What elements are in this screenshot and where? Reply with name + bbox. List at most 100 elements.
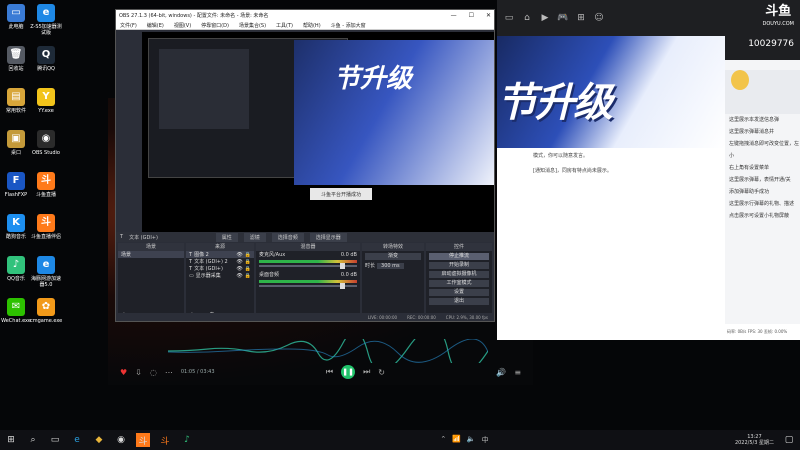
select-audio-button[interactable]: 选择音频 — [271, 232, 304, 242]
source-item[interactable]: T 文本 (GDI+) 👁 🔒 — [186, 265, 254, 272]
mixer-channel-db: 0.0 dB — [340, 251, 357, 258]
play-pause-button[interactable]: ❚❚ — [341, 365, 356, 379]
clock[interactable]: 13:27 2022/5/3 星期二 — [735, 434, 774, 446]
desktop-icon[interactable]: e Z-S5加速器测试版 — [30, 4, 62, 36]
obs-title: OBS 27.1.3 (64-bit, windows) - 配置文件: 未命名… — [119, 13, 269, 19]
desktop-icon[interactable]: F FlashFXP — [0, 172, 32, 198]
desktop-icon[interactable]: ✿ cmgame.exe — [30, 298, 62, 324]
source-item[interactable]: T 图像 2 👁 🔒 — [186, 251, 254, 258]
desktop-icon[interactable]: ▤ 常用软件 — [0, 88, 32, 114]
desktop-icon[interactable]: ♪ QQ音乐 — [0, 256, 32, 282]
desktop-icon[interactable]: ▣ 桌口 — [0, 130, 32, 156]
volume-slider[interactable] — [259, 263, 357, 269]
control-button[interactable]: 退出 — [429, 298, 489, 305]
slider-handle[interactable] — [340, 263, 345, 269]
desktop-icon[interactable]: 斗斗鱼直播 — [30, 172, 62, 198]
lock-icon[interactable]: 🔒 — [245, 252, 251, 258]
user-icon[interactable]: ☺ — [593, 12, 605, 24]
lock-icon[interactable]: 🔒 — [245, 273, 251, 279]
tray-icon[interactable]: ⌃ — [440, 435, 446, 445]
task-view-icon[interactable]: ▭ — [48, 433, 62, 447]
visibility-icon[interactable]: 👁 — [236, 259, 242, 265]
minimize-icon[interactable]: — — [451, 12, 457, 19]
obs-menu-item[interactable]: 停靠窗口(D) — [201, 22, 229, 29]
scenes-dock: 场景 场景 +−∧∨ — [118, 243, 184, 321]
control-button[interactable]: 启动虚拟摄像机 — [429, 271, 489, 278]
chat-message: 右上角有设置菜单 — [729, 165, 770, 171]
chat-header: 10029776 — [725, 36, 800, 60]
lock-icon[interactable]: 🔒 — [245, 259, 251, 265]
comment-icon[interactable]: ◌ — [150, 368, 157, 377]
visibility-icon[interactable]: 👁 — [236, 273, 242, 279]
douyu-taskbar-icon[interactable]: 斗 — [136, 433, 150, 447]
download-icon[interactable]: ⇩ — [135, 368, 142, 377]
obs-menu-item[interactable]: 斗鱼 - 添加大窗 — [331, 22, 366, 29]
qqmusic-taskbar-icon[interactable]: ♪ — [180, 433, 194, 447]
text-icon: T — [189, 258, 193, 265]
desktop-icon[interactable]: Q 腾讯QQ — [30, 46, 62, 72]
browser-icon: e — [37, 4, 55, 22]
select-display-button[interactable]: 选择显示器 — [309, 232, 347, 242]
ime-icon[interactable]: 中 — [482, 435, 489, 445]
recycle-bin-icon: 🗑 — [7, 46, 25, 64]
desktop-icon[interactable]: ◉ OBS Studio — [30, 130, 62, 156]
loop-icon[interactable]: ↻ — [378, 368, 385, 377]
desktop-icon[interactable]: 🗑 回收站 — [0, 46, 32, 72]
desktop-icon[interactable]: ✉ WeChat.exe — [0, 298, 32, 324]
transition-select[interactable]: 渐变 — [365, 253, 421, 260]
sources-dock: 来源 T 图像 2 👁 🔒 T 文本 (GDI+) 2 👁 🔒 T 文本 (GDI+) 👁 🔒 ▭ 显示器… — [186, 243, 254, 321]
slider-handle[interactable] — [340, 283, 345, 289]
control-button[interactable]: 设置 — [429, 289, 489, 296]
player-time: 01:05 / 03:43 — [180, 369, 215, 375]
close-icon[interactable]: ✕ — [486, 12, 491, 19]
next-icon[interactable]: ⏭ — [363, 367, 370, 377]
app-icon[interactable]: ◆ — [92, 433, 106, 447]
obs-taskbar-icon[interactable]: ◉ — [114, 433, 128, 447]
douyu-companion-taskbar-icon[interactable]: 斗 — [158, 433, 172, 447]
obs-menu-item[interactable]: 帮助(H) — [303, 22, 321, 29]
visibility-icon[interactable]: 👁 — [236, 252, 242, 258]
lock-icon[interactable]: 🔒 — [245, 266, 251, 272]
more-icon[interactable]: ⋯ — [165, 368, 173, 377]
obs-menu-item[interactable]: 编辑(E) — [147, 22, 164, 29]
desktop-icon[interactable]: e 海豚网游加速器5.0 — [30, 256, 62, 288]
filters-button[interactable]: 滤镜 — [243, 232, 266, 242]
network-icon[interactable]: 📶 — [452, 435, 461, 445]
video-icon[interactable]: ▶ — [539, 12, 551, 24]
desktop-icon[interactable]: ▭ 此电脑 — [0, 4, 32, 30]
desktop-icon[interactable]: Y YY.exe — [30, 88, 62, 114]
duration-input[interactable]: 300 ms — [377, 262, 404, 269]
gift-icon[interactable]: ⊞ — [575, 12, 587, 24]
previous-icon[interactable]: ⏮ — [326, 367, 333, 377]
properties-button[interactable]: 属性 — [215, 232, 238, 242]
home-icon[interactable]: ⌂ — [521, 12, 533, 24]
source-item[interactable]: ▭ 显示器采集 👁 🔒 — [186, 272, 254, 279]
obs-menu-item[interactable]: 场景集合(S) — [239, 22, 266, 29]
start-icon[interactable]: ⊞ — [4, 433, 18, 447]
playlist-icon[interactable]: ≡ — [514, 368, 521, 377]
control-button[interactable]: 开始录制 — [429, 262, 489, 269]
obs-menu-item[interactable]: 工具(T) — [276, 22, 293, 29]
desktop-icon[interactable]: 斗斗鱼直播伴侣 — [30, 214, 62, 240]
obs-menu-item[interactable]: 文件(F) — [120, 22, 137, 29]
volume-slider[interactable] — [259, 283, 357, 289]
scene-item[interactable]: 场景 — [118, 251, 184, 258]
volume-icon[interactable]: 🔈 — [467, 435, 476, 445]
edge-icon[interactable]: e — [70, 433, 84, 447]
visibility-icon[interactable]: 👁 — [236, 266, 242, 272]
source-item[interactable]: T 文本 (GDI+) 2 👁 🔒 — [186, 258, 254, 265]
search-icon[interactable]: ⌕ — [26, 433, 40, 447]
desktop-icon-label: 此电脑 — [8, 24, 24, 30]
obs-menu-item[interactable]: 视图(V) — [174, 22, 191, 29]
volume-icon[interactable]: 🔊 — [496, 368, 506, 377]
game-icon[interactable]: 🎮 — [557, 12, 569, 24]
screen-icon[interactable]: ▭ — [503, 12, 515, 24]
notification-icon[interactable]: ▢ — [782, 433, 796, 447]
chat-message: 点击展示可设置小礼物屏蔽 — [729, 213, 790, 219]
maximize-icon[interactable]: ☐ — [469, 12, 474, 19]
flash-icon: F — [7, 172, 25, 190]
desktop-icon[interactable]: K 酷狗音乐 — [0, 214, 32, 240]
control-button[interactable]: 工作室模式 — [429, 280, 489, 287]
heart-icon[interactable]: ♥ — [120, 368, 127, 377]
control-button[interactable]: 停止推流 — [429, 253, 489, 260]
